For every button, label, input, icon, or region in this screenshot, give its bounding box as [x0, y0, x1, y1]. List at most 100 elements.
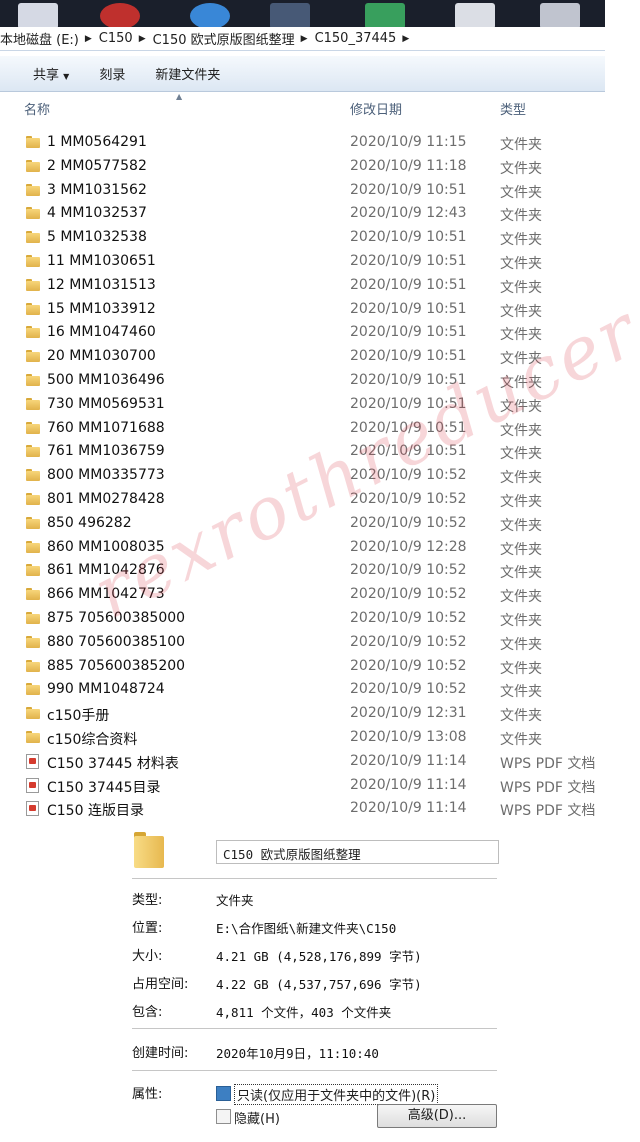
file-name: 761 MM1036759 — [47, 443, 165, 460]
file-row[interactable]: 1 MM0564291 2020/10/9 11:15 文件夹 — [0, 131, 605, 155]
file-row[interactable]: C150 37445 材料表 2020/10/9 11:14 WPS PDF 文档 — [0, 750, 605, 774]
readonly-label[interactable]: 只读(仅应用于文件夹中的文件)(R) — [234, 1084, 439, 1105]
file-name: C150 37445目录 — [47, 779, 161, 796]
file-type: 文件夹 — [500, 351, 542, 368]
app-icon[interactable] — [540, 3, 580, 29]
file-type: 文件夹 — [500, 374, 542, 391]
file-list: 1 MM0564291 2020/10/9 11:15 文件夹 2 MM0577582… — [0, 131, 605, 821]
file-row[interactable]: 15 MM1033912 2020/10/9 10:51 文件夹 — [0, 298, 605, 322]
readonly-checkbox[interactable] — [216, 1086, 231, 1101]
new-folder-button[interactable]: 新建文件夹 — [155, 64, 220, 83]
file-type: 文件夹 — [500, 541, 542, 558]
breadcrumb-folder[interactable]: C150 欧式原版图纸整理 — [153, 29, 295, 48]
breadcrumb-item[interactable]: C150 ▶ — [99, 31, 153, 46]
file-row[interactable]: 3 MM1031562 2020/10/9 10:51 文件夹 — [0, 179, 605, 203]
file-type: 文件夹 — [500, 446, 542, 463]
folder-icon — [26, 706, 40, 720]
file-row[interactable]: 4 MM1032537 2020/10/9 12:43 文件夹 — [0, 202, 605, 226]
pdf-icon — [26, 753, 40, 769]
file-date: 2020/10/9 10:52 — [350, 633, 467, 650]
app-icon[interactable] — [455, 3, 495, 29]
share-button[interactable]: 共享 ▼ — [33, 64, 69, 83]
file-name: 760 MM1071688 — [47, 419, 165, 436]
breadcrumb-item[interactable]: C150_37445 ▶ — [315, 31, 417, 46]
created-label: 创建时间: — [132, 1046, 189, 1061]
file-row[interactable]: C150 连版目录 2020/10/9 11:14 WPS PDF 文档 — [0, 797, 605, 821]
file-row[interactable]: 11 MM1030651 2020/10/9 10:51 文件夹 — [0, 250, 605, 274]
file-row[interactable]: 761 MM1036759 2020/10/9 10:51 文件夹 — [0, 440, 605, 464]
file-name: 15 MM1033912 — [47, 300, 156, 317]
breadcrumb-current[interactable]: C150_37445 — [315, 31, 397, 46]
folder-icon — [26, 444, 40, 458]
file-row[interactable]: 5 MM1032538 2020/10/9 10:51 文件夹 — [0, 226, 605, 250]
folder-icon — [26, 278, 40, 292]
file-row[interactable]: 885 705600385200 2020/10/9 10:52 文件夹 — [0, 655, 605, 679]
file-row[interactable]: C150 37445目录 2020/10/9 11:14 WPS PDF 文档 — [0, 774, 605, 798]
chevron-right-icon[interactable]: ▶ — [301, 34, 308, 44]
folder-icon — [26, 659, 40, 673]
taskbar — [0, 0, 605, 30]
breadcrumb[interactable]: 本地磁盘 (E:) ▶ C150 ▶ C150 欧式原版图纸整理 ▶ C150_374… — [0, 27, 605, 51]
breadcrumb-item[interactable]: C150 欧式原版图纸整理 ▶ — [153, 29, 315, 48]
burn-button[interactable]: 刻录 — [99, 64, 125, 83]
folder-icon — [26, 230, 40, 244]
folder-icon — [26, 730, 40, 744]
app-icon[interactable] — [18, 3, 58, 29]
contains-value: 4,811 个文件，403 个文件夹 — [216, 1005, 392, 1020]
folder-glyph — [26, 421, 40, 434]
file-row[interactable]: c150手册 2020/10/9 12:31 文件夹 — [0, 702, 605, 726]
file-row[interactable]: 801 MM0278428 2020/10/9 10:52 文件夹 — [0, 488, 605, 512]
file-type: 文件夹 — [500, 303, 542, 320]
breadcrumb-item[interactable]: 本地磁盘 (E:) ▶ — [0, 29, 99, 48]
file-row[interactable]: 2 MM0577582 2020/10/9 11:18 文件夹 — [0, 155, 605, 179]
folder-glyph — [26, 254, 40, 267]
folder-icon — [26, 254, 40, 268]
divider — [132, 878, 497, 879]
chevron-right-icon[interactable]: ▶ — [139, 34, 146, 44]
file-type: 文件夹 — [500, 184, 542, 201]
file-row[interactable]: 860 MM1008035 2020/10/9 12:28 文件夹 — [0, 536, 605, 560]
hidden-checkbox[interactable] — [216, 1109, 231, 1124]
folder-glyph — [26, 683, 40, 696]
app-icon[interactable] — [365, 3, 405, 29]
app-icon[interactable] — [190, 3, 230, 29]
file-row[interactable]: c150综合资料 2020/10/9 13:08 文件夹 — [0, 726, 605, 750]
file-row[interactable]: 20 MM1030700 2020/10/9 10:51 文件夹 — [0, 345, 605, 369]
folder-glyph — [26, 730, 40, 743]
breadcrumb-drive[interactable]: 本地磁盘 (E:) — [0, 29, 79, 48]
app-icon[interactable] — [100, 3, 140, 29]
file-row[interactable]: 730 MM0569531 2020/10/9 10:51 文件夹 — [0, 393, 605, 417]
column-type[interactable]: 类型 — [500, 99, 526, 118]
folder-glyph — [26, 564, 40, 577]
file-row[interactable]: 800 MM0335773 2020/10/9 10:52 文件夹 — [0, 464, 605, 488]
file-row[interactable]: 500 MM1036496 2020/10/9 10:51 文件夹 — [0, 369, 605, 393]
chevron-right-icon[interactable]: ▶ — [402, 34, 409, 44]
file-row[interactable]: 850 496282 2020/10/9 10:52 文件夹 — [0, 512, 605, 536]
chevron-right-icon[interactable]: ▶ — [85, 34, 92, 44]
file-date: 2020/10/9 10:51 — [350, 300, 467, 317]
advanced-button[interactable]: 高级(D)... — [377, 1104, 497, 1128]
folder-name-field[interactable]: C150 欧式原版图纸整理 — [216, 840, 499, 864]
file-row[interactable]: 12 MM1031513 2020/10/9 10:51 文件夹 — [0, 274, 605, 298]
folder-icon — [26, 682, 40, 696]
file-row[interactable]: 861 MM1042876 2020/10/9 10:52 文件夹 — [0, 559, 605, 583]
command-bar: 共享 ▼ 刻录 新建文件夹 — [0, 56, 605, 92]
app-icon[interactable] — [270, 3, 310, 29]
file-row[interactable]: 990 MM1048724 2020/10/9 10:52 文件夹 — [0, 678, 605, 702]
column-date[interactable]: 修改日期 — [350, 99, 402, 118]
file-date: 2020/10/9 10:51 — [350, 443, 467, 460]
folder-icon — [26, 611, 40, 625]
file-row[interactable]: 875 705600385000 2020/10/9 10:52 文件夹 — [0, 607, 605, 631]
column-name[interactable]: 名称 — [24, 99, 50, 118]
file-row[interactable]: 880 705600385100 2020/10/9 10:52 文件夹 — [0, 631, 605, 655]
file-name: C150 37445 材料表 — [47, 755, 179, 772]
hidden-label[interactable]: 隐藏(H) — [234, 1108, 280, 1127]
folder-glyph — [26, 159, 40, 172]
file-row[interactable]: 16 MM1047460 2020/10/9 10:51 文件夹 — [0, 321, 605, 345]
file-row[interactable]: 866 MM1042773 2020/10/9 10:52 文件夹 — [0, 583, 605, 607]
breadcrumb-folder[interactable]: C150 — [99, 31, 133, 46]
size-label: 大小: — [132, 949, 163, 964]
folder-icon — [26, 563, 40, 577]
file-row[interactable]: 760 MM1071688 2020/10/9 10:51 文件夹 — [0, 417, 605, 441]
file-type: 文件夹 — [500, 636, 542, 653]
